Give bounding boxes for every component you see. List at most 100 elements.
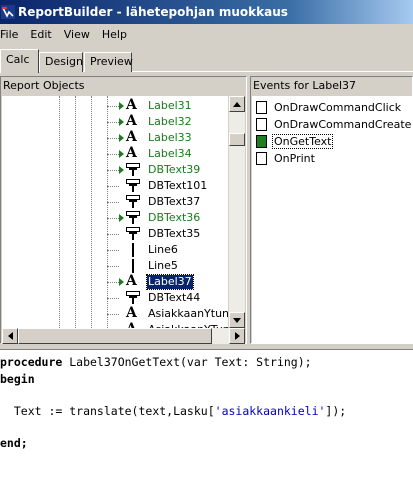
- tree-item[interactable]: A Label37: [2, 274, 228, 290]
- scroll-up-button[interactable]: [229, 96, 245, 112]
- code-editor[interactable]: procedure Label37OnGetText(var Text: Str…: [0, 349, 413, 480]
- h-scroll-thumb[interactable]: [18, 328, 212, 344]
- tree-item-label: Label34: [148, 147, 192, 160]
- page-icon: [256, 100, 267, 114]
- dbtext-icon: [126, 291, 140, 304]
- scroll-thumb[interactable]: [229, 133, 245, 146]
- page-icon: [256, 151, 267, 165]
- tree-item-label: AsiakkaanYtunnu: [148, 307, 228, 320]
- tree-horizontal-scrollbar[interactable]: [2, 328, 245, 344]
- tree-item-label: DBText44: [148, 291, 201, 304]
- expand-arrow-icon[interactable]: [119, 278, 124, 286]
- menu-view[interactable]: View: [64, 28, 96, 41]
- expand-arrow-icon[interactable]: [119, 150, 124, 158]
- tree-item[interactable]: DBText39: [2, 162, 228, 178]
- event-label: OnPrint: [274, 151, 315, 165]
- events-list[interactable]: OnDrawCommandClick OnDrawCommandCreate OnG…: [252, 96, 413, 343]
- tree-item[interactable]: Line5: [2, 258, 228, 274]
- app-icon: [1, 5, 15, 19]
- report-objects-header: Report Objects: [3, 79, 85, 92]
- dbtext-icon: [126, 227, 140, 240]
- events-header: Events for Label37: [253, 79, 357, 92]
- label-a-icon: A: [126, 113, 137, 129]
- tab-calc[interactable]: Calc: [0, 49, 39, 73]
- tree-item-label: Label31: [148, 99, 192, 112]
- tree-item-label: DBText37: [148, 195, 201, 208]
- page-icon: [256, 117, 267, 131]
- window-title: ReportBuilder - lähetepohjan muokkaus: [18, 5, 288, 19]
- tree-item[interactable]: Line6: [2, 242, 228, 258]
- event-item[interactable]: OnPrint: [256, 150, 316, 166]
- tree-item[interactable]: A Label31: [2, 98, 228, 114]
- tree-connector: [107, 186, 119, 187]
- tree-item[interactable]: DBText101: [2, 178, 228, 194]
- tree-item-label: DBText101: [148, 179, 208, 192]
- code-string: 'asiakkaankieli': [214, 404, 326, 418]
- event-item[interactable]: OnDrawCommandClick: [256, 99, 402, 115]
- expand-arrow-icon[interactable]: [119, 102, 124, 110]
- tree-connector: [107, 106, 119, 107]
- menu-edit[interactable]: Edit: [30, 28, 57, 41]
- label-a-icon: A: [126, 129, 137, 145]
- tree-connector: [107, 122, 119, 123]
- line-icon: [132, 259, 134, 273]
- scroll-down-button[interactable]: [229, 312, 245, 328]
- title-bar[interactable]: ReportBuilder - lähetepohjan muokkaus: [0, 0, 413, 24]
- event-label: OnGetText: [271, 133, 334, 149]
- event-label: OnDrawCommandCreate: [274, 117, 412, 131]
- menu-file[interactable]: File: [0, 28, 24, 41]
- tree-item[interactable]: DBText35: [2, 226, 228, 242]
- tree-connector: [107, 154, 119, 155]
- tree-item[interactable]: A Label34: [2, 146, 228, 162]
- tree-connector: [107, 298, 119, 299]
- menu-help[interactable]: Help: [102, 28, 133, 41]
- code-line-1: procedure Label37OnGetText(var Text: Str…: [0, 354, 312, 370]
- code-line-2: begin: [0, 372, 35, 386]
- tab-strip: Calc Design Preview: [0, 48, 413, 73]
- code-text: Label37OnGetText(var Text: String);: [62, 355, 312, 369]
- label-a-icon: A: [126, 145, 137, 161]
- expand-arrow-icon[interactable]: [119, 214, 124, 222]
- tree-item-label: Line5: [148, 259, 178, 272]
- tree-item[interactable]: DBText44: [2, 290, 228, 306]
- tree-item[interactable]: DBText36: [2, 210, 228, 226]
- tree-item-label: Label33: [148, 131, 192, 144]
- arrow-down-icon: [233, 317, 241, 323]
- expand-arrow-icon[interactable]: [119, 166, 124, 174]
- scroll-left-button[interactable]: [2, 328, 18, 344]
- tree-item-label: DBText35: [148, 227, 201, 240]
- code-line-3: Text := translate(text,Lasku['asiakkaank…: [0, 403, 346, 419]
- tree-item-label: Label32: [148, 115, 192, 128]
- tree-connector: [107, 266, 119, 267]
- expand-arrow-icon[interactable]: [119, 118, 124, 126]
- tree-connector: [107, 314, 119, 315]
- scroll-right-button[interactable]: [229, 328, 245, 344]
- tree-connector: [107, 250, 119, 251]
- report-objects-tree[interactable]: A Label31 A Label32 A Label33 A Label34 DBText39…: [2, 96, 228, 328]
- dbtext-icon: [126, 179, 140, 192]
- tree-connector: [107, 282, 119, 283]
- report-objects-panel: Report Objects A Label31 A Label32 A Label33 A…: [0, 76, 247, 344]
- line-icon: [132, 243, 134, 257]
- tree-item[interactable]: DBText37: [2, 194, 228, 210]
- tree-item[interactable]: A AsiakkaanYtunnu: [2, 306, 228, 322]
- tree-vertical-scrollbar[interactable]: [229, 96, 245, 328]
- tree-item[interactable]: A Label33: [2, 130, 228, 146]
- tree-item[interactable]: A Label32: [2, 114, 228, 130]
- tree-connector: [107, 202, 119, 203]
- event-item[interactable]: OnDrawCommandCreate: [256, 116, 412, 132]
- dbtext-icon: [126, 163, 140, 176]
- menu-bar: File Edit View Help: [0, 24, 413, 45]
- expand-arrow-icon[interactable]: [119, 134, 124, 142]
- tab-preview[interactable]: Preview: [84, 52, 133, 72]
- event-assigned-icon: [256, 134, 267, 148]
- code-text: ]);: [325, 404, 347, 418]
- events-panel: Events for Label37 OnDrawCommandClick OnD…: [250, 76, 413, 344]
- arrow-up-icon: [233, 101, 241, 107]
- label-a-icon: A: [126, 305, 137, 321]
- event-item[interactable]: OnGetText: [256, 133, 334, 149]
- tree-connector: [107, 138, 119, 139]
- tab-design[interactable]: Design: [39, 52, 83, 72]
- event-label: OnDrawCommandClick: [274, 100, 402, 114]
- tree-connector: [107, 218, 119, 219]
